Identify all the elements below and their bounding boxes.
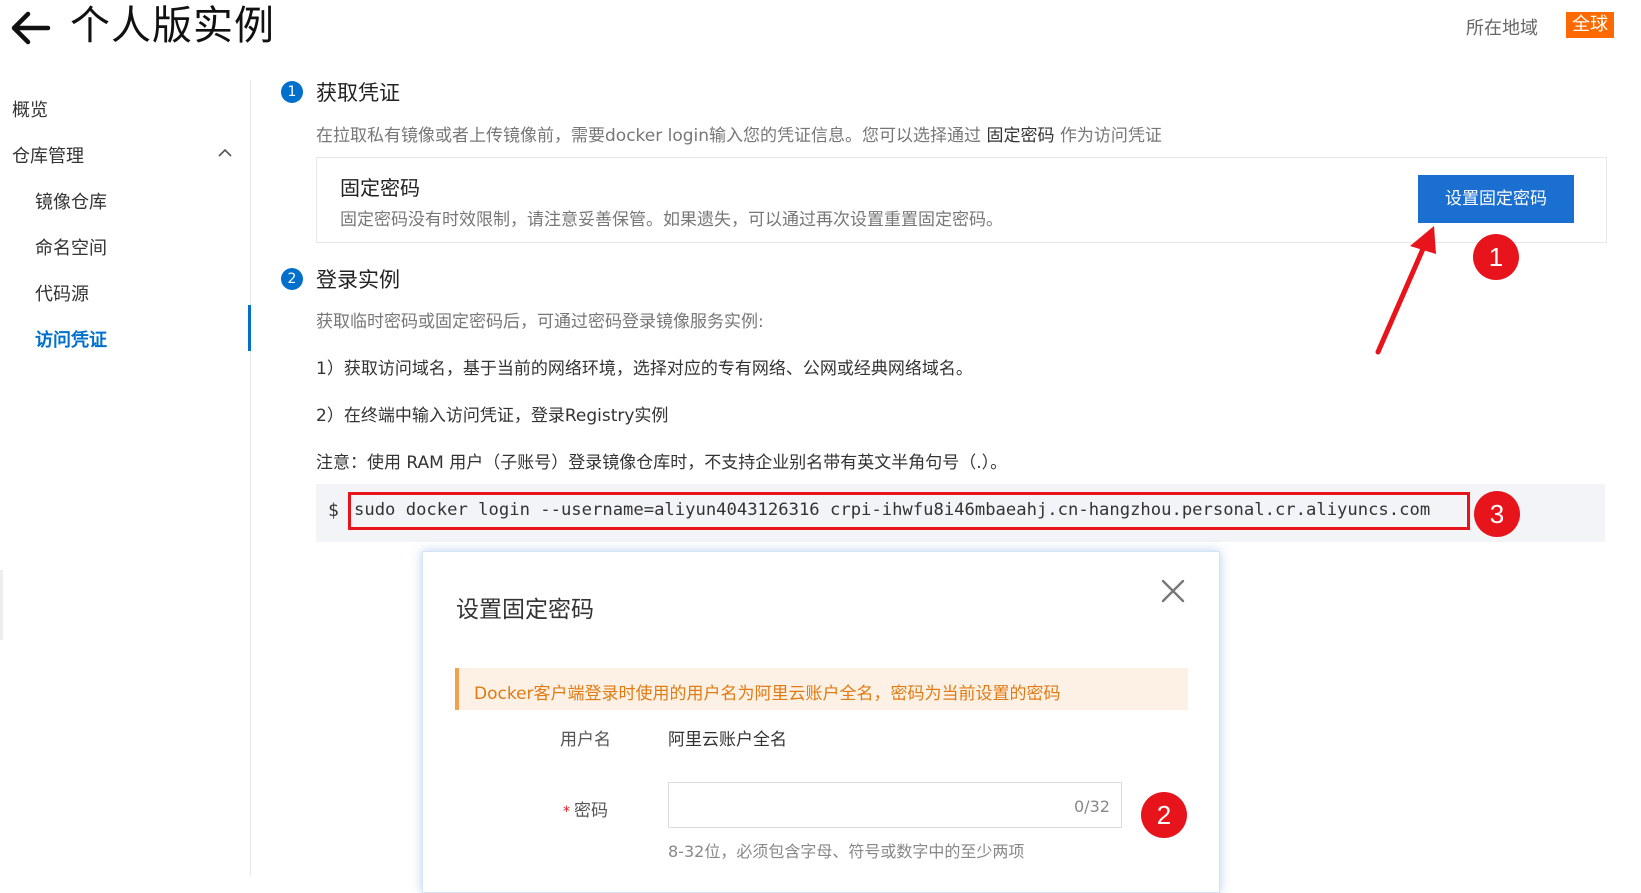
step-1-desc-prefix: 在拉取私有镜像或者上传镜像前，需要docker login输入您的凭证信息。您可… xyxy=(316,126,987,146)
username-label: 用户名 xyxy=(560,730,611,750)
required-asterisk: * xyxy=(563,804,570,820)
step-2-instruction-b: 2）在终端中输入访问凭证，登录Registry实例 xyxy=(316,406,669,426)
sidebar-item-namespace[interactable]: 命名空间 xyxy=(35,234,107,260)
region-badge[interactable]: 全球 xyxy=(1566,12,1614,38)
step-1-desc-highlight: 固定密码 xyxy=(986,126,1055,146)
back-arrow-icon[interactable] xyxy=(8,8,52,48)
close-icon[interactable] xyxy=(1160,578,1186,604)
step-2-number: 2 xyxy=(281,268,303,290)
username-value: 阿里云账户全名 xyxy=(668,730,787,750)
step-1-number: 1 xyxy=(281,81,303,103)
step-2-note: 注意：使用 RAM 用户（子账号）登录镜像仓库时，不支持企业别名带有英文半角句号… xyxy=(316,453,1008,473)
sidebar-divider xyxy=(250,80,251,875)
fixed-password-card-description: 固定密码没有时效限制，请注意妥善保管。如果遗失，可以通过再次设置重置固定密码。 xyxy=(340,210,1003,230)
step-2-description: 获取临时密码或固定密码后，可通过密码登录镜像服务实例: xyxy=(316,312,764,332)
step-2-title: 登录实例 xyxy=(316,268,400,292)
step-1-description: 在拉取私有镜像或者上传镜像前，需要docker login输入您的凭证信息。您可… xyxy=(316,121,1162,146)
region-label: 所在地域 xyxy=(1466,18,1538,39)
fixed-password-card-title: 固定密码 xyxy=(340,176,420,200)
password-label-text: 密码 xyxy=(574,801,608,821)
dialog-title: 设置固定密码 xyxy=(456,597,594,623)
chevron-up-icon[interactable] xyxy=(216,144,234,162)
set-fixed-password-button[interactable]: 设置固定密码 xyxy=(1418,175,1574,223)
docker-login-command[interactable]: sudo docker login --username=aliyun40431… xyxy=(354,500,1430,520)
annotation-badge-2: 2 xyxy=(1141,792,1187,838)
sidebar-item-image-repo[interactable]: 镜像仓库 xyxy=(35,188,107,214)
sidebar-active-indicator xyxy=(248,305,251,351)
command-prompt-symbol: $ xyxy=(328,500,339,521)
step-1-title: 获取凭证 xyxy=(316,81,400,105)
sidebar-group-repo-management[interactable]: 仓库管理 xyxy=(12,142,84,168)
sidebar-item-code-source[interactable]: 代码源 xyxy=(35,280,89,306)
warning-alert-text: Docker客户端登录时使用的用户名为阿里云账户全名，密码为当前设置的密码 xyxy=(474,684,1061,704)
step-1-desc-suffix: 作为访问凭证 xyxy=(1054,126,1162,146)
sidebar-item-access-credentials[interactable]: 访问凭证 xyxy=(35,326,107,352)
sidebar-item-overview[interactable]: 概览 xyxy=(12,96,48,122)
password-input[interactable] xyxy=(668,782,1122,828)
password-char-counter: 0/32 xyxy=(1074,797,1110,816)
step-2-instruction-a: 1）获取访问域名，基于当前的网络环境，选择对应的专有网络、公网或经典网络域名。 xyxy=(316,359,973,379)
password-label: * 密码 xyxy=(563,796,608,821)
annotation-arrow-icon xyxy=(1375,226,1436,355)
annotation-badge-3: 3 xyxy=(1474,491,1520,537)
left-edge-handle xyxy=(0,570,3,640)
password-hint: 8-32位，必须包含字母、符号或数字中的至少两项 xyxy=(668,842,1025,861)
annotation-badge-1: 1 xyxy=(1473,234,1519,280)
page-title: 个人版实例 xyxy=(70,3,275,49)
